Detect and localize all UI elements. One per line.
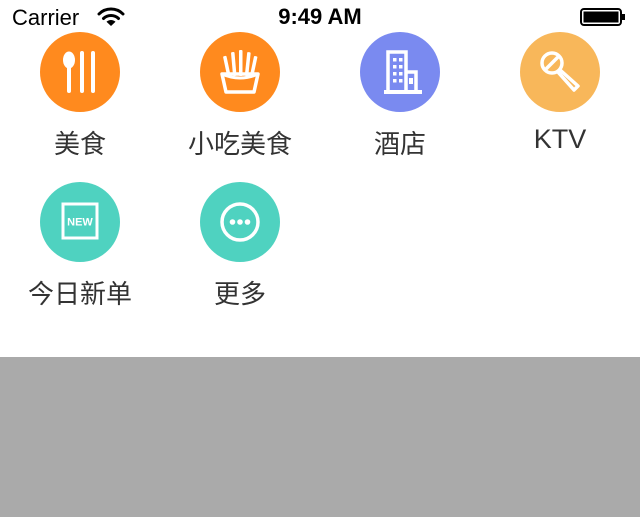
category-label: 小吃美食	[187, 130, 292, 160]
category-grid: 美食 小吃美食 酒店 KTV NEW 今日新单 更多	[0, 0, 640, 356]
category-item-food[interactable]: 美食	[0, 0, 160, 170]
new-badge-icon: NEW	[61, 202, 99, 240]
ktv-icon-circle[interactable]	[520, 32, 600, 112]
more-dots-icon	[220, 202, 260, 242]
fork-spoon-icon	[63, 51, 95, 93]
category-label: 酒店	[373, 130, 426, 160]
category-item-hotel[interactable]: 酒店	[320, 0, 480, 170]
new-badge-text: NEW	[67, 217, 93, 229]
category-label: 今日新单	[27, 280, 132, 310]
fries-icon	[220, 50, 260, 94]
category-item-ktv[interactable]: KTV	[480, 0, 640, 170]
more-icon-circle[interactable]	[200, 182, 280, 262]
category-label: 更多	[213, 280, 266, 310]
category-item-more[interactable]: 更多	[160, 170, 320, 320]
category-item-new-deals[interactable]: NEW 今日新单	[0, 170, 160, 320]
category-item-snacks[interactable]: 小吃美食	[160, 0, 320, 170]
hotel-building-icon	[384, 50, 422, 94]
category-label: KTV	[533, 124, 587, 154]
snacks-icon-circle[interactable]	[200, 32, 280, 112]
category-label: 美食	[53, 130, 106, 160]
microphone-icon	[540, 51, 580, 92]
new-deals-icon-circle[interactable]: NEW	[40, 182, 120, 262]
hotel-icon-circle[interactable]	[360, 32, 440, 112]
empty-content-area	[0, 357, 640, 517]
food-icon-circle[interactable]	[40, 32, 120, 112]
